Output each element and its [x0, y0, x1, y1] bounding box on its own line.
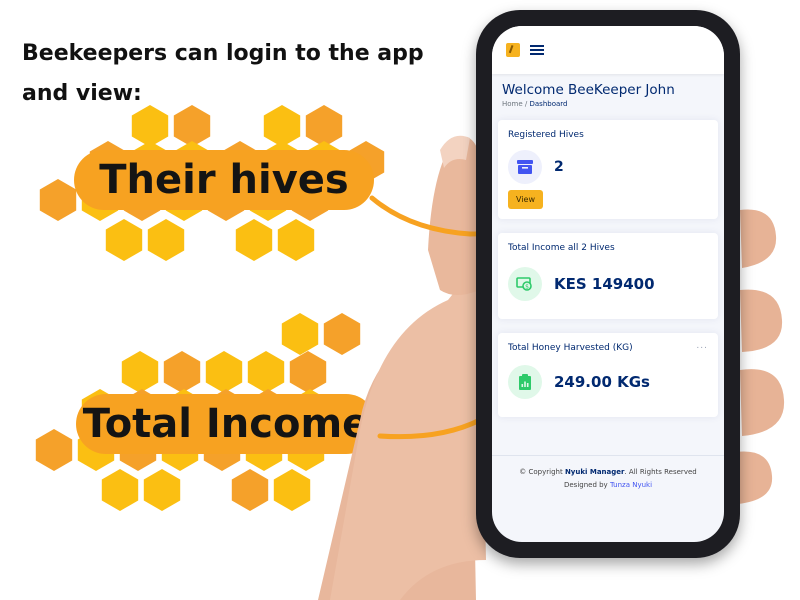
- app-header: [492, 26, 724, 74]
- honey-harvested-card: Total Honey Harvested (KG) ... 249.00 KG…: [498, 333, 718, 417]
- copyright-prefix: © Copyright: [519, 468, 563, 476]
- clipboard-chart-icon: [508, 365, 542, 399]
- designer-link[interactable]: Tunza Nyuki: [610, 481, 652, 489]
- card-title: Total Honey Harvested (KG): [508, 343, 633, 353]
- svg-text:$: $: [525, 284, 529, 291]
- breadcrumb-current: Dashboard: [529, 100, 568, 108]
- breadcrumb-home[interactable]: Home: [502, 100, 523, 108]
- archive-icon: [508, 150, 542, 184]
- card-title: Total Income all 2 Hives: [508, 243, 615, 253]
- rights-text: . All Rights Reserved: [624, 468, 697, 476]
- app-screen: Welcome BeeKeeper John Home / Dashboard …: [492, 26, 724, 542]
- breadcrumb-separator: /: [524, 100, 528, 108]
- card-title: Registered Hives: [508, 130, 584, 140]
- breadcrumb: Home / Dashboard: [502, 100, 712, 108]
- registered-hives-card: Registered Hives 2 View: [498, 120, 718, 219]
- designed-by-label: Designed by: [563, 481, 608, 489]
- copyright-line: © Copyright Nyuki Manager. All Rights Re…: [492, 466, 724, 479]
- cash-icon: $: [508, 267, 542, 301]
- view-hives-button[interactable]: View: [508, 190, 543, 209]
- income-value: KES 149400: [554, 275, 655, 293]
- honey-value: 249.00 KGs: [554, 373, 650, 391]
- brand-name: Nyuki Manager: [564, 468, 625, 476]
- page-title: Welcome BeeKeeper John: [502, 82, 675, 98]
- phone-frame: Welcome BeeKeeper John Home / Dashboard …: [476, 10, 740, 558]
- total-income-card: Total Income all 2 Hives $ KES 149400: [498, 233, 718, 319]
- more-icon[interactable]: ...: [696, 341, 708, 351]
- hives-count: 2: [554, 159, 564, 175]
- designer-line: Designed by Tunza Nyuki: [492, 479, 724, 492]
- app-footer: © Copyright Nyuki Manager. All Rights Re…: [492, 455, 724, 492]
- logo-icon[interactable]: [506, 43, 520, 57]
- menu-icon[interactable]: [530, 45, 544, 55]
- page-header: Welcome BeeKeeper John Home / Dashboard: [492, 74, 724, 112]
